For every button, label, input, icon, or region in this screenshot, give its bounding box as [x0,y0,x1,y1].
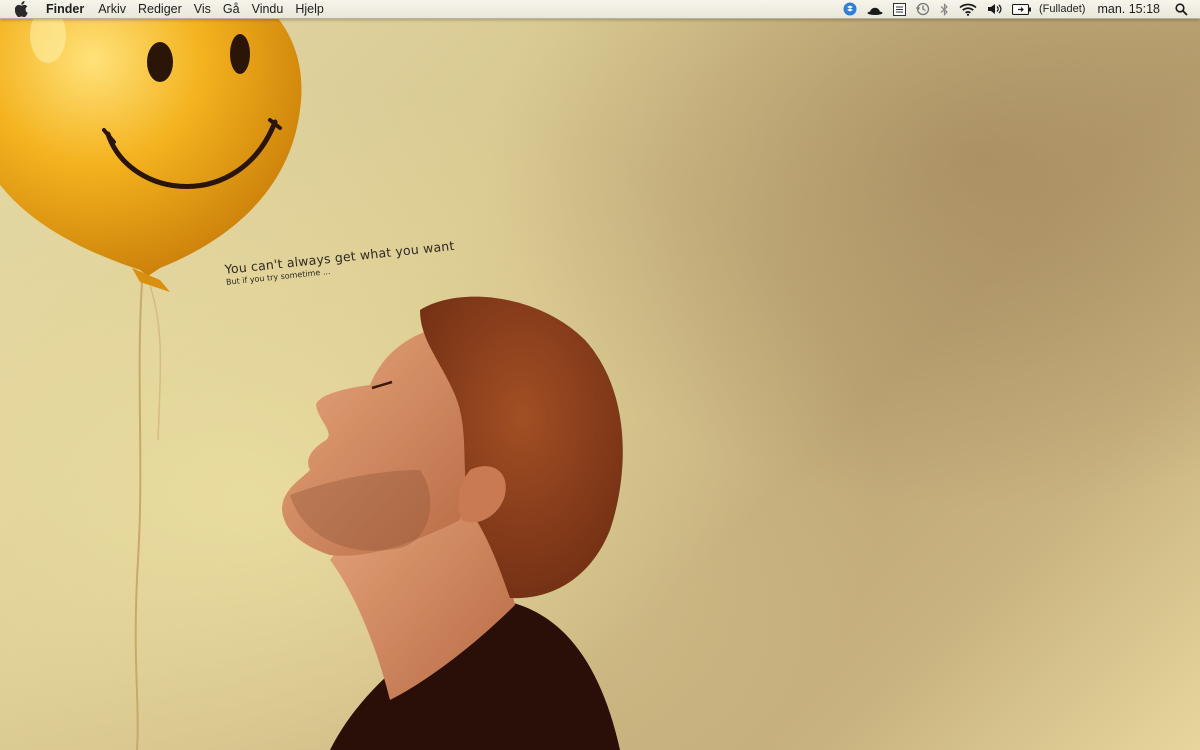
wallpaper-image [0,0,623,750]
menu-vis[interactable]: Vis [188,0,217,18]
bowler-hat-icon[interactable] [867,0,883,18]
dropbox-icon[interactable] [843,0,857,18]
battery-icon[interactable] [1011,0,1032,18]
volume-icon[interactable] [987,0,1002,18]
bluetooth-icon[interactable] [940,0,949,18]
menu-bar-left: Finder Arkiv Rediger Vis Gå Vindu Hjelp [0,0,330,18]
spotlight-search-icon[interactable] [1175,0,1188,18]
menu-bar-status-area: (Fulladet) man. 15:18 [838,0,1200,18]
menu-bar: Finder Arkiv Rediger Vis Gå Vindu Hjelp [0,0,1200,19]
menu-arkiv[interactable]: Arkiv [92,0,132,18]
apple-logo-icon[interactable] [14,1,30,17]
menu-vindu[interactable]: Vindu [246,0,290,18]
smiley-balloon [0,0,302,292]
menu-ga[interactable]: Gå [217,0,246,18]
menu-rediger[interactable]: Rediger [132,0,188,18]
man-profile [282,296,623,750]
balloon-string [134,281,162,750]
menu-bar-clock[interactable]: man. 15:18 [1097,2,1160,16]
wifi-icon[interactable] [959,0,977,18]
time-machine-icon[interactable] [916,0,930,18]
desktop[interactable]: You can't always get what you want But i… [0,0,1200,750]
menu-hjelp[interactable]: Hjelp [289,0,330,18]
menu-finder[interactable]: Finder [44,0,92,18]
notes-icon[interactable] [892,0,906,18]
battery-status-text[interactable]: (Fulladet) [1039,3,1085,15]
